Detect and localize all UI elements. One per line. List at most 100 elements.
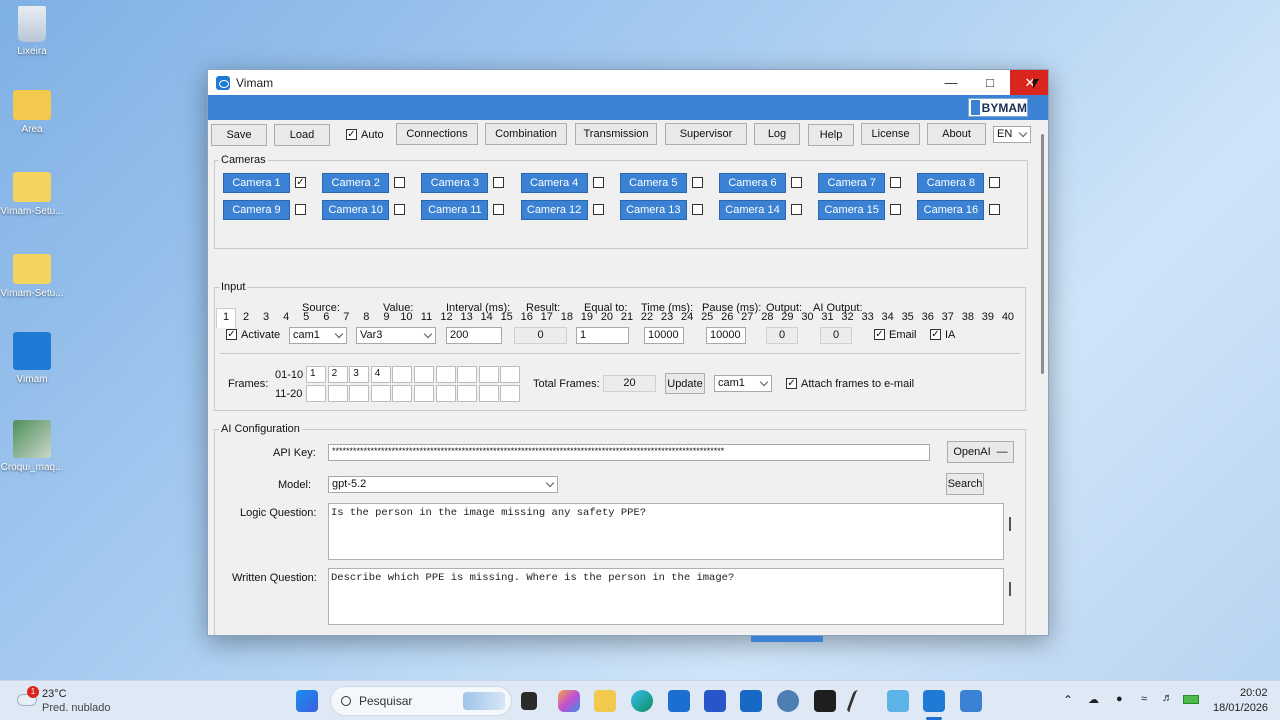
frame-cell[interactable] — [392, 366, 413, 383]
camera-checkbox[interactable] — [890, 204, 902, 215]
search-button[interactable]: Search — [946, 473, 984, 495]
frame-cell[interactable] — [500, 385, 521, 402]
edge-browser-icon[interactable] — [631, 690, 653, 712]
pen-icon[interactable] — [845, 690, 863, 712]
frame-cell[interactable] — [435, 385, 456, 402]
camera-checkbox[interactable] — [592, 204, 604, 215]
desktop-icon-vimam-setup-2[interactable]: Vimam-Setu... — [0, 254, 64, 299]
frame-cell[interactable]: 3 — [349, 366, 370, 383]
source-select[interactable]: cam1 — [289, 327, 347, 344]
email-checkbox[interactable]: ✓ — [874, 329, 885, 340]
ia-checkbox[interactable]: ✓ — [930, 329, 941, 340]
log-button[interactable]: Log — [754, 123, 800, 145]
taskbar-search[interactable]: Pesquisar — [330, 686, 512, 716]
copilot-icon[interactable] — [558, 690, 580, 712]
camera-button[interactable]: Camera 11 — [421, 200, 489, 220]
desktop-icon-recycle-bin[interactable]: Lixeira — [0, 6, 64, 57]
language-select[interactable]: EN — [993, 126, 1031, 143]
camera-button[interactable]: Camera 4 — [520, 173, 588, 193]
camera-checkbox[interactable] — [989, 177, 1001, 188]
store-icon[interactable] — [668, 690, 690, 712]
camera-checkbox[interactable] — [592, 177, 604, 188]
camera-checkbox[interactable]: ✓ — [295, 177, 306, 188]
chevron-up-icon[interactable]: ⌃ — [1063, 693, 1073, 707]
camera-checkbox[interactable] — [791, 204, 802, 215]
desktop-icon-area[interactable]: Area — [0, 90, 64, 135]
attach-frames-checkbox[interactable]: ✓ — [786, 378, 797, 389]
minimize-button[interactable]: — — [932, 70, 970, 95]
license-button[interactable]: License — [861, 123, 920, 145]
camera-checkbox[interactable] — [493, 204, 505, 215]
time-input[interactable]: 10000 — [644, 327, 684, 344]
frame-cell[interactable] — [349, 385, 370, 402]
auto-checkbox[interactable]: ✓ — [346, 129, 357, 140]
activate-checkbox[interactable]: ✓ — [226, 329, 237, 340]
written-question-textarea[interactable]: Describe which PPE is missing. Where is … — [328, 568, 1004, 625]
model-select[interactable]: gpt-5.2 — [328, 476, 558, 493]
frame-cell[interactable] — [414, 366, 434, 383]
value-select[interactable]: Var3 — [356, 327, 436, 344]
frame-cell[interactable] — [478, 366, 499, 383]
help-button[interactable]: Help — [808, 124, 854, 146]
camera-button[interactable]: Camera 9 — [223, 200, 290, 220]
camera-checkbox[interactable] — [493, 177, 505, 188]
camera-checkbox[interactable] — [791, 177, 802, 188]
api-key-input[interactable]: ****************************************… — [328, 444, 930, 461]
close-button[interactable]: ✕ — [1010, 70, 1048, 95]
transmission-button[interactable]: Transmission — [575, 123, 657, 145]
outlook-icon[interactable] — [740, 690, 762, 712]
equal-to-input[interactable]: 1 — [576, 327, 629, 344]
camera-button[interactable]: Camera 14 — [719, 200, 786, 220]
interval-input[interactable]: 200 — [446, 327, 502, 344]
desktop-icon-croqui[interactable]: Croqui_maq... — [0, 420, 64, 473]
logic-question-textarea[interactable]: Is the person in the image missing any s… — [328, 503, 1004, 560]
frame-cell[interactable] — [457, 385, 478, 402]
pause-input[interactable]: 10000 — [706, 327, 746, 344]
frame-cell[interactable] — [370, 385, 391, 402]
camera-button[interactable]: Camera 15 — [818, 200, 886, 220]
frame-cell[interactable] — [435, 366, 456, 383]
frame-cell[interactable] — [392, 385, 413, 402]
camera-button[interactable]: Camera 2 — [322, 173, 390, 193]
camera-button[interactable]: Camera 12 — [520, 200, 588, 220]
frame-cell[interactable] — [478, 385, 499, 402]
weather-widget[interactable]: 1 23°C Pred. nublado — [14, 686, 124, 716]
save-button[interactable]: Save — [211, 124, 267, 146]
update-button[interactable]: Update — [665, 373, 705, 394]
camera-checkbox[interactable] — [394, 177, 406, 188]
terminal-icon[interactable] — [814, 690, 836, 712]
clock-date[interactable]: 18/01/2026 — [1213, 702, 1268, 714]
onedrive-icon[interactable]: ☁ — [1088, 693, 1099, 706]
app-icon[interactable] — [777, 690, 799, 712]
battery-icon[interactable] — [1183, 695, 1199, 704]
task-view-icon[interactable] — [521, 692, 537, 710]
combination-button[interactable]: Combination — [485, 123, 567, 145]
camera-checkbox[interactable] — [394, 204, 406, 215]
scrollbar-thumb[interactable] — [1041, 134, 1044, 374]
remote-desktop-icon[interactable] — [960, 690, 982, 712]
maximize-button[interactable]: □ — [971, 70, 1009, 95]
volume-icon[interactable]: ♬ — [1162, 692, 1173, 704]
frames-source-select[interactable]: cam1 — [714, 375, 772, 392]
frame-cell[interactable]: 4 — [370, 366, 391, 383]
textarea-scrollbar[interactable] — [1009, 582, 1011, 596]
camera-button[interactable]: Camera 13 — [619, 200, 687, 220]
camera-button[interactable]: Camera 5 — [619, 173, 687, 193]
file-explorer-icon[interactable] — [594, 690, 616, 712]
provider-split-button[interactable]: OpenAI — — [947, 441, 1014, 463]
desktop-icon-vimam-setup-1[interactable]: Vimam-Setu... — [0, 172, 64, 217]
about-button[interactable]: About — [927, 123, 986, 145]
supervisor-button[interactable]: Supervisor — [665, 123, 747, 145]
camera-button[interactable]: Camera 7 — [818, 173, 886, 193]
frame-cell[interactable] — [306, 385, 326, 402]
title-bar[interactable]: Vimam — □ ✕ — [208, 70, 1048, 95]
microphone-icon[interactable]: ● — [1116, 693, 1123, 705]
wifi-icon[interactable]: ≈ — [1141, 693, 1147, 705]
windows-start-icon[interactable] — [296, 690, 318, 712]
load-button[interactable]: Load — [274, 124, 330, 146]
window-scrollbar[interactable] — [1038, 120, 1048, 635]
notepad-icon[interactable] — [887, 690, 909, 712]
visual-studio-icon[interactable] — [704, 690, 726, 712]
camera-checkbox[interactable] — [691, 204, 703, 215]
camera-button[interactable]: Camera 3 — [421, 173, 489, 193]
